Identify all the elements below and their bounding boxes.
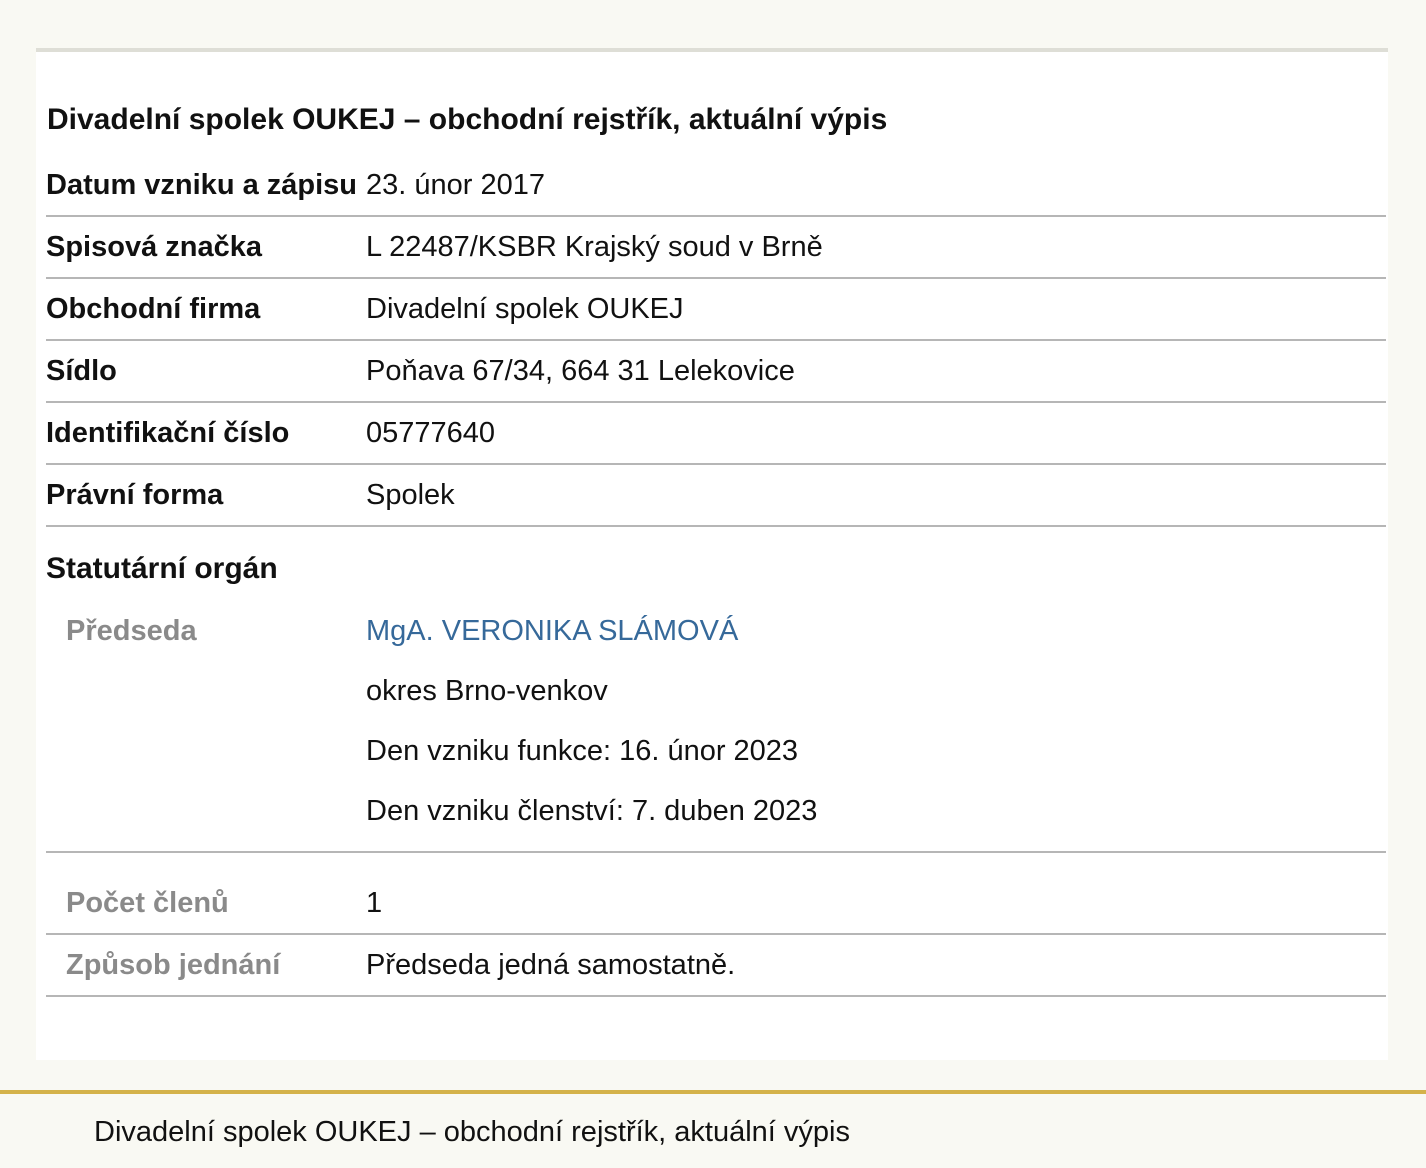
acting-value: Předseda jedná samostatně.: [366, 934, 1386, 997]
row-sidlo: Sídlo Poňava 67/34, 664 31 Lelekovice: [46, 340, 1386, 403]
row-datum-vzniku: Datum vzniku a zápisu 23. únor 2017: [46, 155, 1386, 217]
footer: Divadelní spolek OUKEJ – obchodní rejstř…: [0, 1090, 1426, 1168]
chair-function-start: Den vzniku funkce: 16. únor 2023: [366, 735, 799, 767]
row-label: Obchodní firma: [46, 278, 366, 341]
row-ico: Identifikační číslo 05777640: [46, 402, 1386, 465]
row-value: Divadelní spolek OUKEJ: [366, 278, 1386, 341]
chair-label: Předseda: [46, 601, 366, 853]
register-card: Divadelní spolek OUKEJ – obchodní rejstř…: [36, 48, 1388, 1060]
acting-label: Způsob jednání: [46, 934, 366, 997]
row-value: L 22487/KSBR Krajský soud v Brně: [366, 216, 1386, 279]
row-label: Právní forma: [46, 464, 366, 527]
footer-text: Divadelní spolek OUKEJ – obchodní rejstř…: [94, 1116, 850, 1148]
members-label: Počet členů: [46, 852, 366, 935]
row-value: Spolek: [366, 464, 1386, 527]
row-pravni-forma: Právní forma Spolek: [46, 464, 1386, 527]
chair-details: MgA. VERONIKA SLÁMOVÁ okres Brno-venkov …: [366, 601, 1386, 853]
chair-district: okres Brno-venkov: [366, 675, 608, 707]
row-spisova-znacka: Spisová značka L 22487/KSBR Krajský soud…: [46, 216, 1386, 279]
chair-name-link[interactable]: MgA. VERONIKA SLÁMOVÁ: [366, 615, 738, 647]
register-table: Datum vzniku a zápisu 23. únor 2017 Spis…: [46, 155, 1386, 997]
row-label: Sídlo: [46, 340, 366, 403]
section-heading: Statutární orgán: [46, 552, 278, 585]
row-zpusob-jednani: Způsob jednání Předseda jedná samostatně…: [46, 934, 1386, 997]
row-label: Spisová značka: [46, 216, 366, 279]
row-value: 23. únor 2017: [366, 155, 1386, 217]
row-value: Poňava 67/34, 664 31 Lelekovice: [366, 340, 1386, 403]
row-value: 05777640: [366, 402, 1386, 465]
row-predseda: Předseda MgA. VERONIKA SLÁMOVÁ okres Brn…: [46, 601, 1386, 853]
row-label: Identifikační číslo: [46, 402, 366, 465]
row-obchodni-firma: Obchodní firma Divadelní spolek OUKEJ: [46, 278, 1386, 341]
members-value: 1: [366, 852, 1386, 935]
page-title: Divadelní spolek OUKEJ – obchodní rejstř…: [47, 103, 888, 136]
section-statutory: Statutární orgán: [46, 526, 1386, 601]
row-pocet-clenu: Počet členů 1: [46, 852, 1386, 935]
chair-membership-start: Den vzniku členství: 7. duben 2023: [366, 795, 818, 827]
row-label: Datum vzniku a zápisu: [46, 155, 366, 217]
